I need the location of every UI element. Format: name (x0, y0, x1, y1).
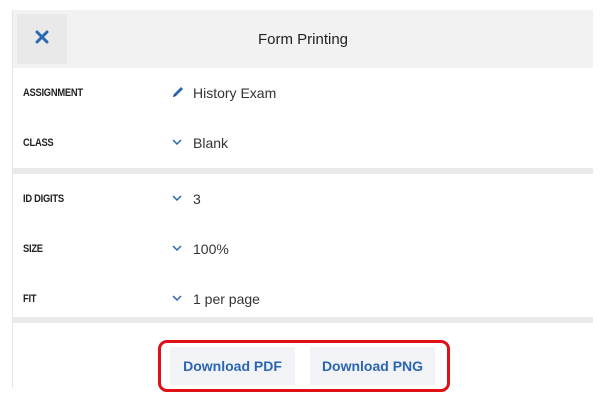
close-icon (35, 30, 49, 49)
id-digits-value-text: 3 (193, 191, 201, 207)
size-row: SIZE 100% (13, 224, 593, 275)
close-button[interactable] (17, 14, 67, 64)
chevron-down-icon (171, 291, 185, 307)
id-digits-label: ID DIGITS (23, 193, 64, 205)
panel-header: Form Printing (13, 10, 593, 69)
class-row: CLASS Blank (13, 118, 593, 169)
chevron-down-icon (171, 191, 185, 207)
id-digits-row: ID DIGITS 3 (13, 174, 593, 225)
assignment-label: ASSIGNMENT (23, 87, 83, 99)
chevron-down-icon (171, 135, 185, 151)
fit-value-text: 1 per page (193, 291, 260, 307)
page-title: Form Printing (257, 30, 349, 48)
size-select[interactable]: 100% (171, 224, 229, 274)
assignment-value[interactable]: History Exam (171, 68, 276, 118)
form-printing-panel: Form Printing ASSIGNMENT History Exam CL… (12, 10, 593, 398)
id-digits-select[interactable]: 3 (171, 174, 201, 224)
class-select[interactable]: Blank (171, 118, 228, 168)
download-pdf-button[interactable]: Download PDF (170, 347, 295, 385)
class-value-text: Blank (193, 135, 229, 151)
chevron-down-icon (171, 241, 185, 257)
class-label: CLASS (23, 137, 54, 149)
size-label: SIZE (23, 243, 43, 255)
download-footer: Download PDF Download PNG (13, 323, 593, 398)
download-png-button[interactable]: Download PNG (310, 347, 435, 385)
assignment-value-text: History Exam (193, 85, 277, 101)
pencil-icon (171, 85, 185, 102)
size-value-text: 100% (193, 241, 229, 257)
assignment-row: ASSIGNMENT History Exam (13, 68, 593, 119)
